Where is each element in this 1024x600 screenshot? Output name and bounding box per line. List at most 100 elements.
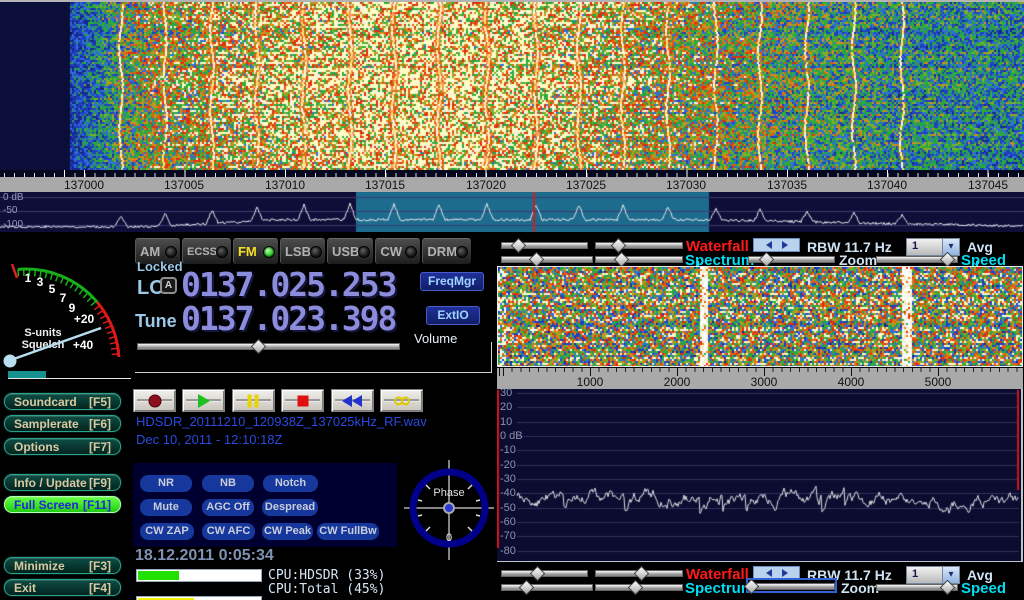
rf-scale-label: 137035 (767, 178, 807, 192)
af-db-label: -10 (500, 444, 516, 456)
pause-button[interactable] (232, 389, 275, 412)
notch-button[interactable]: Notch (263, 475, 318, 492)
rf-spectrum-display[interactable]: 0 dB -50 -100 (0, 192, 1024, 232)
af-waterfall-display[interactable] (497, 266, 1023, 367)
wf-brightness-slider[interactable] (501, 239, 588, 250)
spec-upper-slider-2[interactable] (501, 581, 593, 592)
extio-button[interactable]: ExtIO (426, 306, 480, 325)
mode-label: FM (238, 244, 257, 259)
af-db-label: -80 (500, 545, 516, 557)
speed-slider[interactable] (876, 253, 958, 264)
wf-contrast-slider[interactable] (595, 239, 683, 250)
tune-slider[interactable] (137, 340, 400, 351)
rf-waterfall-display[interactable] (0, 2, 1024, 170)
arrow-left-icon[interactable] (766, 241, 772, 249)
cw-peak-button[interactable]: CW Peak (262, 523, 313, 540)
mode-drm[interactable]: DRM (422, 238, 471, 264)
slider-thumb[interactable] (519, 580, 535, 596)
phase-indicator[interactable]: Phase 0 (404, 456, 494, 566)
slider-thumb[interactable] (939, 580, 955, 596)
rf-scale-label: 137030 (666, 178, 706, 192)
options-button[interactable]: Options[F7] (4, 438, 121, 455)
spec-lower-slider-2[interactable] (595, 581, 683, 592)
arrow-right-icon[interactable] (782, 569, 788, 577)
rf-spectrum-canvas (0, 192, 1024, 232)
minimize-button[interactable]: Minimize[F3] (4, 557, 121, 574)
wf-brightness-slider-2[interactable] (501, 567, 588, 578)
nb-button[interactable]: NB (202, 475, 254, 492)
stop-button[interactable] (281, 389, 324, 412)
mode-lsb[interactable]: LSB (280, 238, 325, 264)
button-key: [F9] (89, 476, 111, 490)
mute-button[interactable]: Mute (140, 499, 192, 516)
rf-scale-label: 137005 (164, 178, 204, 192)
cw-afc-button[interactable]: CW AFC (202, 523, 255, 540)
tune-frequency-digits[interactable]: 0137.023.398 (181, 302, 395, 335)
lo-auto-badge[interactable]: A (160, 277, 177, 294)
squelch-marker[interactable] (12, 264, 17, 278)
loop-button[interactable] (380, 389, 423, 412)
mode-ecss[interactable]: ECSS (182, 238, 231, 264)
zoom-slider-2[interactable] (748, 580, 835, 591)
wf-scroll-control-2[interactable] (753, 566, 800, 580)
slider-thumb[interactable] (633, 566, 649, 582)
mode-led-icon (264, 247, 274, 257)
mode-cw[interactable]: CW (375, 238, 420, 264)
play-button[interactable] (182, 389, 225, 412)
button-label: Full Screen (14, 498, 79, 512)
mode-label: LSB (285, 244, 311, 259)
af-spectrum-canvas (497, 389, 1021, 561)
spec-upper-slider[interactable] (501, 253, 593, 264)
freqmgr-button[interactable]: FreqMgr (420, 272, 484, 291)
speed-slider-2[interactable] (876, 581, 958, 592)
group-border (135, 372, 492, 373)
slider-thumb[interactable] (510, 238, 526, 254)
wf-scroll-control[interactable] (753, 238, 800, 252)
record-button[interactable] (133, 389, 176, 412)
rewind-button[interactable] (331, 389, 374, 412)
soundcard-button[interactable]: Soundcard[F5] (4, 393, 121, 410)
button-label: Samplerate (14, 417, 79, 431)
slider-thumb[interactable] (251, 339, 267, 355)
info-update-button[interactable]: Info / Update[F9] (4, 474, 121, 491)
samplerate-button[interactable]: Samplerate[F6] (4, 415, 121, 432)
slider-thumb[interactable] (759, 252, 775, 268)
mode-led-icon (359, 247, 369, 257)
nr-button[interactable]: NR (140, 475, 192, 492)
rf-db-label: -100 (3, 219, 23, 230)
slider-track[interactable] (137, 343, 400, 350)
spectrum-label-2: Spectrum (685, 580, 754, 597)
arrow-right-icon[interactable] (782, 241, 788, 249)
cw-fullbw-button[interactable]: CW FullBw (317, 523, 379, 540)
lo-frequency-digits[interactable]: 0137.025.253 (181, 268, 395, 301)
zoom-slider[interactable] (748, 253, 835, 264)
spec-lower-slider[interactable] (595, 253, 683, 264)
mode-usb[interactable]: USB (327, 238, 373, 264)
wf-contrast-slider-2[interactable] (595, 567, 683, 578)
smeter-needle-pivot (4, 355, 17, 368)
mode-fm[interactable]: FM (233, 238, 278, 264)
af-db-label: -20 (500, 459, 516, 471)
mode-led-icon (406, 247, 416, 257)
af-scale-label: 1000 (577, 375, 604, 389)
af-spectrum-display[interactable]: 30 20 10 0 dB -10 -20 -30 -40 -50 -60 -7… (497, 389, 1023, 562)
button-label: Options (14, 440, 59, 454)
agc-button[interactable]: AGC Off (202, 499, 254, 516)
arrow-left-icon[interactable] (766, 569, 772, 577)
af-frequency-scale[interactable]: 1000 2000 3000 4000 5000 (497, 376, 1023, 389)
rf-frequency-scale[interactable]: 137000 137005 137010 137015 137020 13702… (0, 177, 1024, 192)
slider-thumb[interactable] (529, 566, 545, 582)
slider-thumb[interactable] (529, 252, 545, 268)
despread-button[interactable]: Despread (262, 499, 318, 516)
cw-zap-button[interactable]: CW ZAP (140, 523, 194, 540)
slider-thumb[interactable] (611, 238, 627, 254)
mode-led-icon (217, 247, 227, 257)
af-scale-label: 5000 (925, 375, 952, 389)
slider-thumb[interactable] (613, 252, 629, 268)
fullscreen-button[interactable]: Full Screen[F11] (4, 496, 121, 513)
speed-label-2: Speed (961, 580, 1006, 597)
slider-thumb[interactable] (628, 580, 644, 596)
exit-button[interactable]: Exit[F4] (4, 579, 121, 596)
smeter-tick-label: 1 (25, 271, 32, 285)
slider-thumb[interactable] (939, 252, 955, 268)
